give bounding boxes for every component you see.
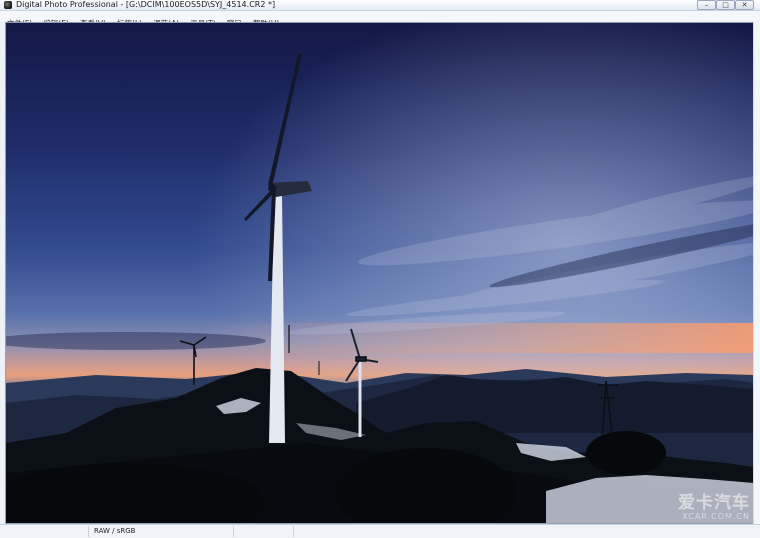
camera-app-icon	[4, 1, 12, 9]
status-bar: RAW / sRGB	[0, 524, 760, 538]
image-viewer[interactable]: 爱卡汽车 XCAR.COM.CN	[5, 22, 755, 524]
watermark-brand-en: XCAR.COM.CN	[682, 512, 750, 521]
title-bar: Digital Photo Professional - [G:\DCIM\10…	[0, 0, 760, 11]
status-cell-extra	[233, 526, 294, 537]
right-panel-edge	[753, 22, 760, 524]
watermark-logo: 爱卡汽车 XCAR.COM.CN	[678, 494, 750, 521]
color-mode-label: RAW / sRGB	[94, 527, 136, 535]
maximize-button[interactable]: □	[716, 0, 735, 10]
minimize-button[interactable]: –	[697, 0, 716, 10]
photo-wind-turbines	[6, 23, 754, 523]
close-button[interactable]: ✕	[735, 0, 754, 10]
menu-bar: 文件(F) 编辑(E) 查看(V) 标签(L) 调节(A) 工具(T) 窗口 帮…	[0, 11, 760, 28]
status-cell-empty	[0, 526, 89, 537]
window-title: Digital Photo Professional - [G:\DCIM\10…	[16, 0, 276, 9]
watermark-brand-cn: 爱卡汽车	[678, 493, 750, 513]
